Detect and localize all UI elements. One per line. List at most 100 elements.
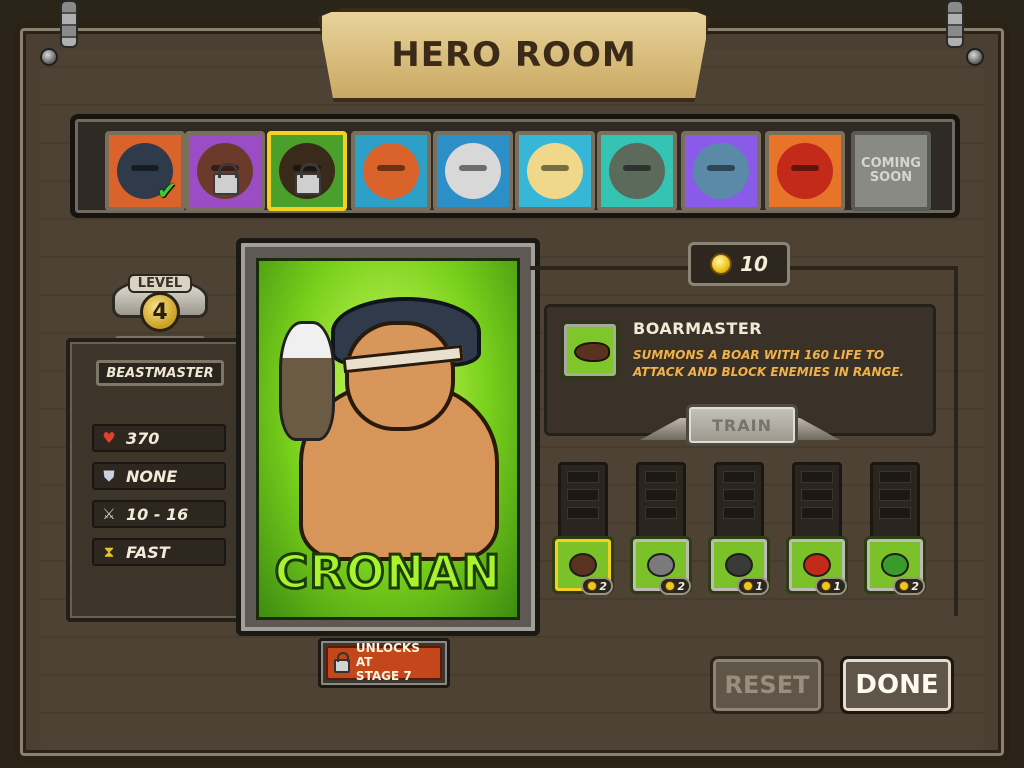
skill-cost: 1 bbox=[737, 577, 769, 595]
hero-slot-hero-9[interactable] bbox=[765, 131, 845, 211]
skill-button-boarmaster[interactable]: 2 bbox=[552, 536, 614, 595]
hourglass-icon: ⧗ bbox=[103, 543, 115, 561]
skill-icon bbox=[803, 553, 831, 577]
skill-level-slot bbox=[567, 471, 599, 483]
hero-selector: COMING SOON ✔ bbox=[70, 114, 960, 218]
skill-icon bbox=[569, 553, 597, 577]
coin-icon bbox=[899, 581, 910, 591]
hero-slot-hero-7[interactable] bbox=[597, 131, 677, 211]
stat-row: ⚔ 10 - 16 bbox=[92, 500, 226, 528]
coin-icon bbox=[587, 581, 598, 591]
unlock-badge: UNLOCKS AT STAGE 7 bbox=[326, 641, 442, 683]
skill-description: SUMMONS A BOAR WITH 160 LIFE TO ATTACK A… bbox=[633, 348, 905, 380]
hero-portrait-icon bbox=[777, 143, 833, 199]
eagle-icon bbox=[279, 321, 335, 441]
skill-button-skill-5[interactable]: 2 bbox=[864, 536, 926, 595]
unlock-text-line2: STAGE 7 bbox=[355, 668, 412, 683]
hero-portrait-icon bbox=[609, 143, 665, 199]
stat-value: 370 bbox=[126, 428, 160, 448]
skill-cost-value: 1 bbox=[755, 579, 763, 593]
hero-portrait-icon bbox=[445, 143, 501, 199]
hero-portrait-icon bbox=[527, 143, 583, 199]
hero-head bbox=[345, 321, 455, 431]
skill-level-bars bbox=[870, 462, 920, 542]
skill-icon bbox=[725, 553, 753, 577]
hero-slot-hero-8[interactable] bbox=[681, 131, 761, 211]
skill-level-slot bbox=[645, 471, 677, 483]
hero-slot-hero-5[interactable] bbox=[433, 131, 513, 211]
skill-column-skill-5: 2 bbox=[864, 462, 926, 596]
rivet bbox=[40, 48, 58, 66]
skill-cost: 1 bbox=[815, 577, 847, 595]
skill-cost: 2 bbox=[893, 577, 925, 595]
skill-level-bars bbox=[636, 462, 686, 542]
hero-slot-hero-4[interactable] bbox=[351, 131, 431, 211]
skill-icon bbox=[881, 553, 909, 577]
skill-level-slot bbox=[567, 507, 599, 519]
hero-class: BEASTMASTER bbox=[96, 360, 224, 386]
heart-icon: ♥ bbox=[102, 429, 116, 447]
hero-slot-cronan[interactable]: ✔ bbox=[105, 131, 185, 211]
reset-button[interactable]: RESET bbox=[710, 656, 824, 714]
unlock-requirement: UNLOCKS AT STAGE 7 bbox=[318, 638, 450, 688]
skill-level-slot bbox=[723, 489, 755, 501]
skill-icon bbox=[647, 553, 675, 577]
unlock-text-line1: UNLOCKS AT bbox=[355, 641, 420, 670]
page-title: HERO ROOM bbox=[391, 35, 637, 75]
hero-points: 10 bbox=[688, 242, 790, 286]
skill-level-slot bbox=[801, 507, 833, 519]
stat-row: ⛊ NONE bbox=[92, 462, 226, 490]
hero-slot-hero-6[interactable] bbox=[515, 131, 595, 211]
title-banner: HERO ROOM bbox=[318, 8, 710, 102]
points-value: 10 bbox=[740, 252, 768, 276]
check-icon: ✔ bbox=[156, 177, 177, 205]
hero-card: CRONAN bbox=[256, 258, 520, 620]
level-value: 4 bbox=[140, 292, 180, 332]
skill-level-bars bbox=[558, 462, 608, 542]
skill-cost-value: 1 bbox=[833, 579, 841, 593]
stat-value: 10 - 16 bbox=[126, 504, 189, 524]
stat-row: ♥ 370 bbox=[92, 424, 226, 452]
coming-soon-label: COMING SOON bbox=[861, 155, 921, 185]
hero-slot-hero-3[interactable] bbox=[267, 131, 347, 211]
skill-cost-value: 2 bbox=[677, 579, 685, 593]
skill-button-skill-3[interactable]: 1 bbox=[708, 536, 770, 595]
sword-icon: ⚔ bbox=[102, 505, 116, 523]
skill-cost-value: 2 bbox=[599, 579, 607, 593]
shield-icon: ⛊ bbox=[103, 467, 115, 485]
coin-icon bbox=[710, 253, 733, 275]
skill-button-skill-4[interactable]: 1 bbox=[786, 536, 848, 595]
boar-icon bbox=[574, 342, 610, 362]
stat-row: ⧗ FAST bbox=[92, 538, 226, 566]
skill-title: BOARMASTER bbox=[633, 319, 763, 338]
coin-icon bbox=[665, 581, 676, 591]
skill-level-slot bbox=[567, 489, 599, 501]
skill-level-slot bbox=[645, 507, 677, 519]
skill-level-bars bbox=[792, 462, 842, 542]
skill-level-slot bbox=[801, 471, 833, 483]
lock-icon bbox=[213, 163, 239, 195]
hero-name: CRONAN bbox=[273, 544, 502, 601]
rivet bbox=[966, 48, 984, 66]
done-button[interactable]: DONE bbox=[840, 656, 954, 714]
skill-cost: 2 bbox=[659, 577, 691, 595]
skill-level-slot bbox=[723, 471, 755, 483]
level-label: LEVEL bbox=[127, 274, 193, 293]
skill-column-skill-2: 2 bbox=[630, 462, 692, 596]
hero-portrait-icon bbox=[363, 143, 419, 199]
stat-value: FAST bbox=[126, 542, 170, 562]
lock-icon bbox=[295, 163, 321, 195]
coming-soon-slot: COMING SOON bbox=[851, 131, 931, 211]
boar-skill-icon bbox=[561, 321, 619, 379]
skill-cost: 2 bbox=[581, 577, 613, 595]
skill-level-slot bbox=[879, 507, 911, 519]
skill-column-boarmaster: 2 bbox=[552, 462, 614, 596]
skill-button-skill-2[interactable]: 2 bbox=[630, 536, 692, 595]
skill-level-slot bbox=[801, 489, 833, 501]
skill-level-slot bbox=[645, 489, 677, 501]
chain-left bbox=[60, 0, 78, 48]
train-button[interactable]: TRAIN bbox=[686, 404, 798, 446]
hero-slot-hero-2[interactable] bbox=[185, 131, 265, 211]
skill-level-slot bbox=[723, 507, 755, 519]
lock-icon bbox=[334, 652, 350, 673]
